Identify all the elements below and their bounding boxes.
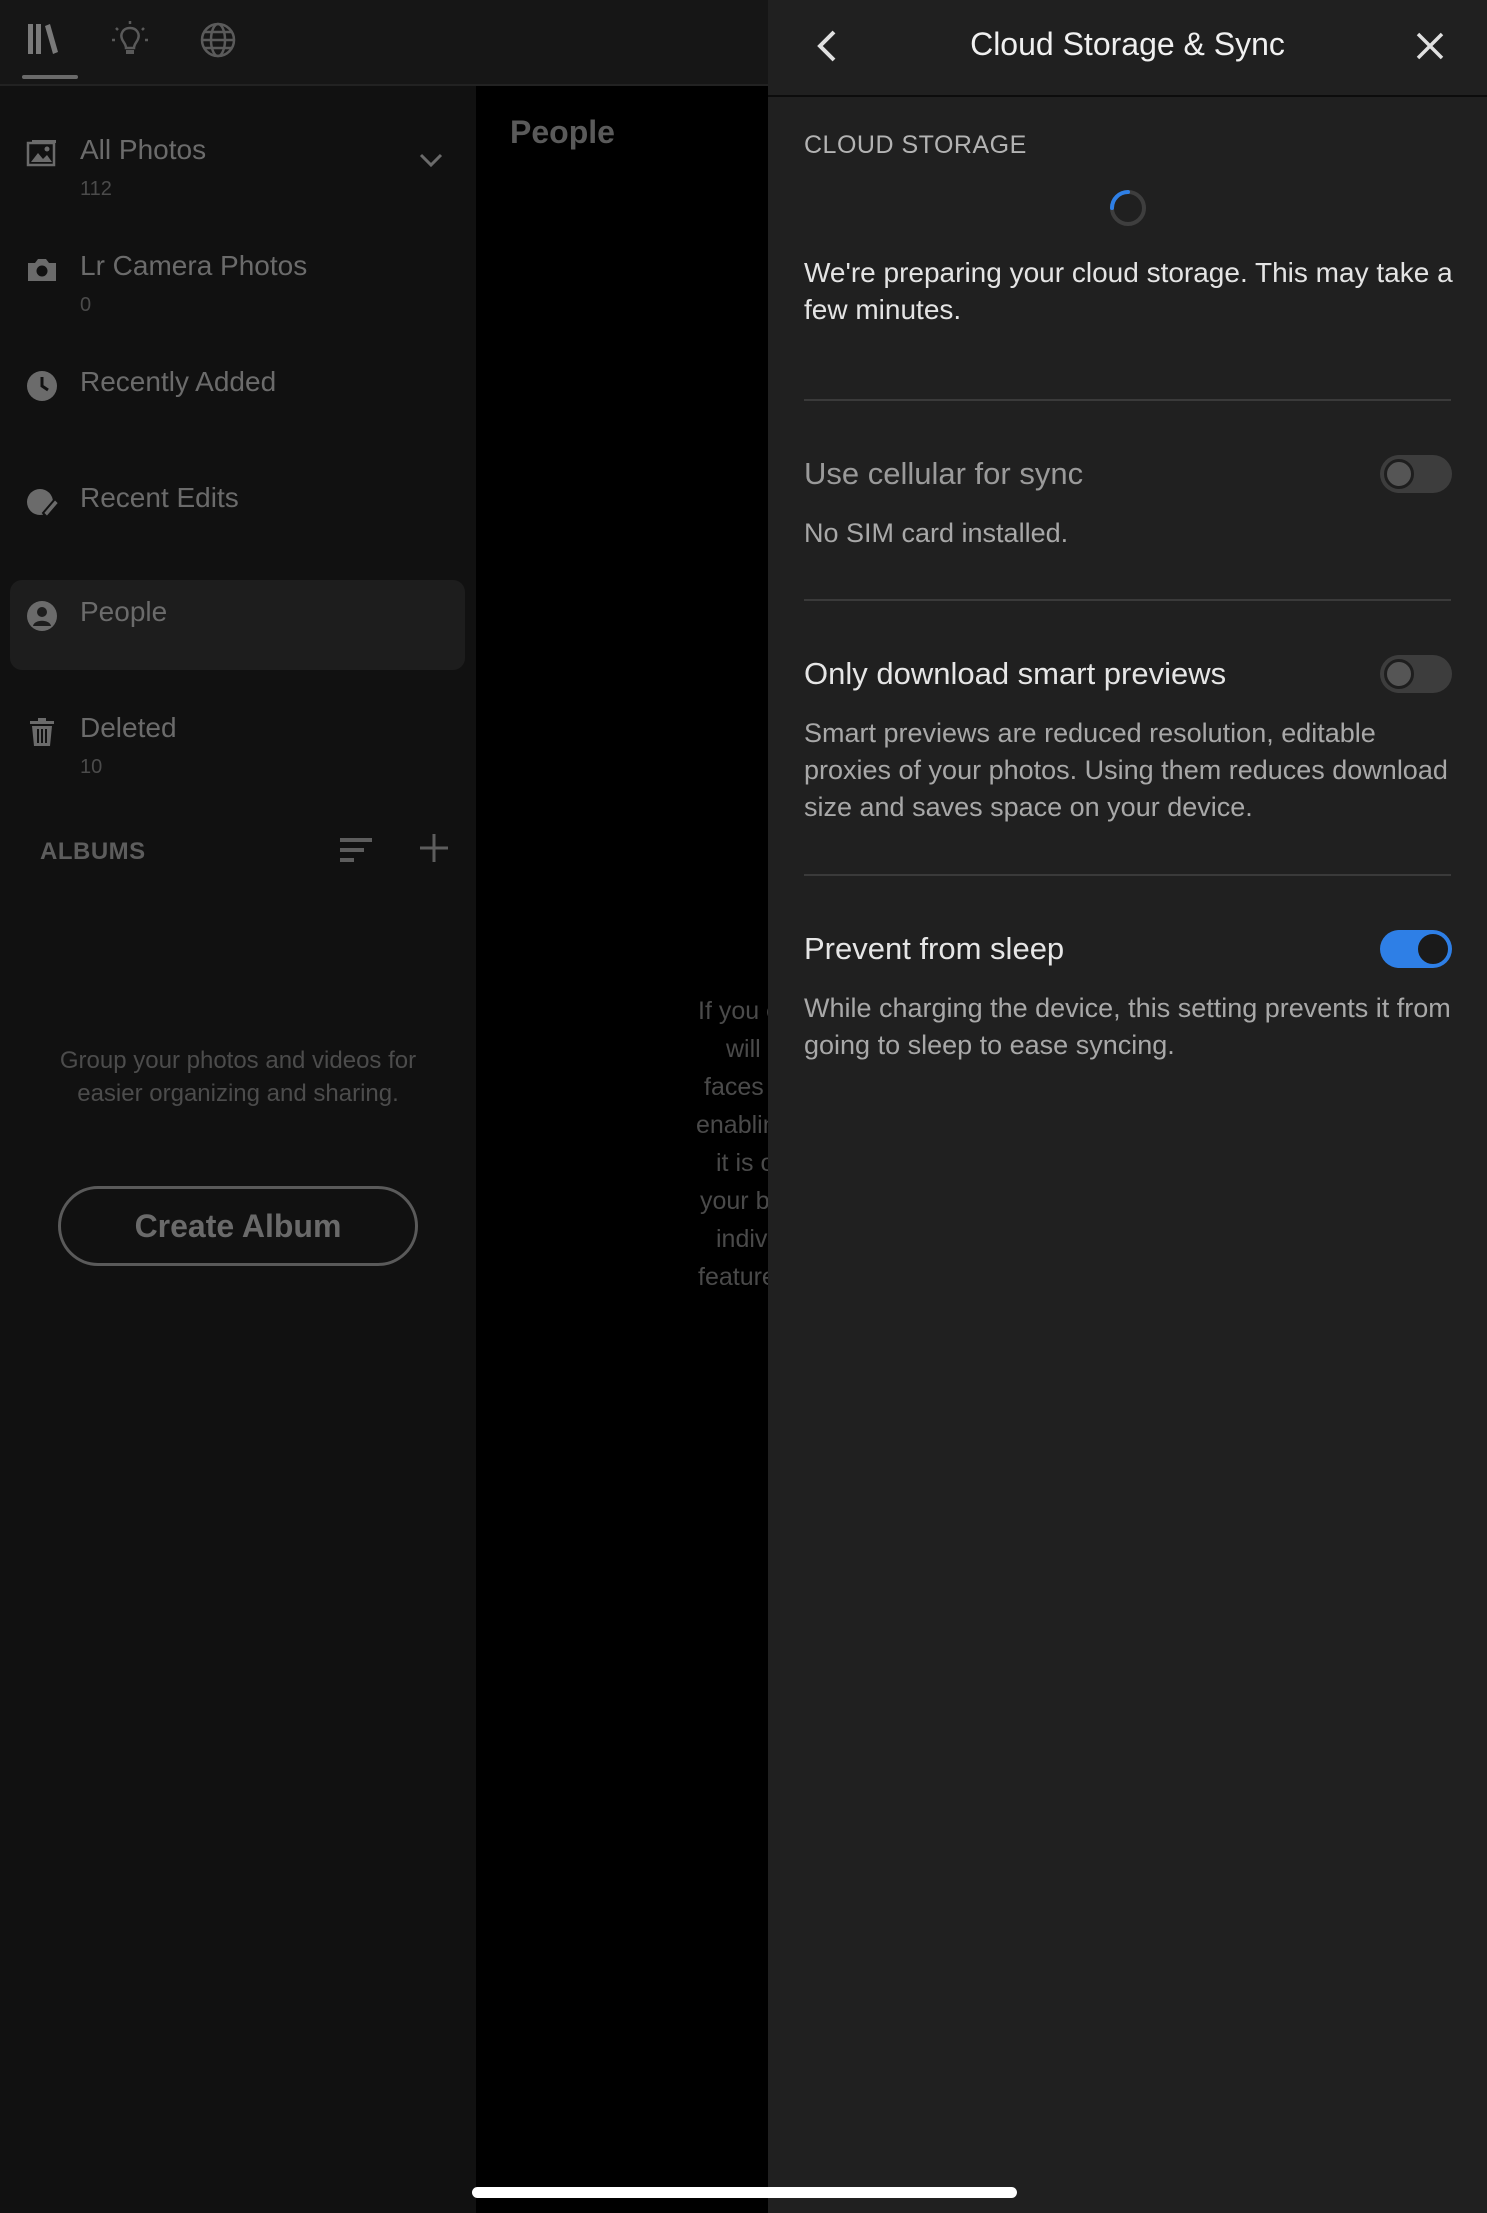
chevron-down-icon[interactable] — [415, 144, 447, 176]
setting-title: Only download smart previews — [804, 656, 1227, 691]
sidebar-item-recent-edits[interactable]: Recent Edits — [10, 466, 465, 556]
library-icon[interactable] — [22, 18, 66, 62]
image-icon — [24, 136, 60, 172]
toggle-knob — [1384, 659, 1414, 689]
setting-description: Smart previews are reduced resolution, e… — [804, 718, 1448, 822]
smart-previews-toggle[interactable] — [1380, 655, 1452, 693]
edit-icon — [24, 484, 60, 520]
sort-icon[interactable] — [336, 832, 376, 868]
section-label: CLOUD STORAGE — [804, 131, 1027, 159]
setting-title: Prevent from sleep — [804, 931, 1065, 966]
setting-description: While charging the device, this setting … — [804, 993, 1451, 1060]
close-icon[interactable] — [1410, 26, 1450, 66]
sidebar-item-all-photos[interactable]: All Photos 112 — [10, 118, 465, 208]
sidebar-item-recently-added[interactable]: Recently Added — [10, 350, 465, 440]
camera-icon — [24, 252, 60, 288]
cellular-sync-toggle[interactable] — [1380, 455, 1452, 493]
people-pane: People If you e will a faces i enablin i… — [476, 86, 782, 2213]
divider — [804, 599, 1451, 601]
create-album-button[interactable]: Create Album — [58, 1186, 418, 1266]
add-album-icon[interactable] — [416, 830, 452, 866]
sidebar-item-count: 10 — [80, 756, 103, 778]
toggle-knob — [1384, 459, 1414, 489]
sidebar-item-people[interactable]: People — [10, 580, 465, 670]
sidebar-item-label: Deleted — [80, 712, 177, 743]
cloud-storage-sync-panel: Cloud Storage & Sync CLOUD STORAGE We're… — [768, 0, 1487, 2213]
top-tab-bar — [0, 0, 768, 86]
sidebar: All Photos 112 Lr Camera Photos 0 Recent… — [0, 0, 476, 2213]
setting-description: No SIM card installed. — [804, 518, 1069, 548]
divider — [804, 399, 1451, 401]
sidebar-item-deleted[interactable]: Deleted 10 — [10, 696, 465, 786]
trash-icon — [24, 714, 60, 750]
divider — [804, 874, 1451, 876]
page-title: People — [510, 114, 615, 150]
panel-header: Cloud Storage & Sync — [768, 0, 1487, 97]
toggle-knob — [1418, 934, 1448, 964]
sidebar-item-label: People — [80, 596, 168, 627]
globe-icon[interactable] — [196, 18, 240, 62]
sidebar-item-label: Lr Camera Photos — [80, 250, 308, 281]
sidebar-item-label: Recent Edits — [80, 482, 239, 513]
sidebar-item-count: 112 — [80, 178, 112, 200]
lightbulb-icon[interactable] — [108, 18, 152, 62]
albums-header: ALBUMS — [40, 838, 146, 865]
clock-icon — [24, 368, 60, 404]
albums-empty-text: Group your photos and videos for easier … — [59, 1047, 417, 1107]
active-tab-indicator — [22, 75, 78, 79]
prevent-sleep-toggle[interactable] — [1380, 930, 1452, 968]
sidebar-item-count: 0 — [80, 294, 92, 316]
home-indicator[interactable] — [472, 2187, 1017, 2198]
panel-title: Cloud Storage & Sync — [970, 26, 1285, 62]
person-icon — [24, 598, 60, 634]
sidebar-item-label: All Photos — [80, 134, 207, 165]
cloud-storage-message: We're preparing your cloud storage. This… — [804, 257, 1453, 325]
loading-spinner-icon — [1110, 190, 1146, 226]
setting-title: Use cellular for sync — [804, 456, 1084, 491]
sidebar-item-label: Recently Added — [80, 366, 277, 397]
sidebar-item-lr-camera-photos[interactable]: Lr Camera Photos 0 — [10, 234, 465, 324]
